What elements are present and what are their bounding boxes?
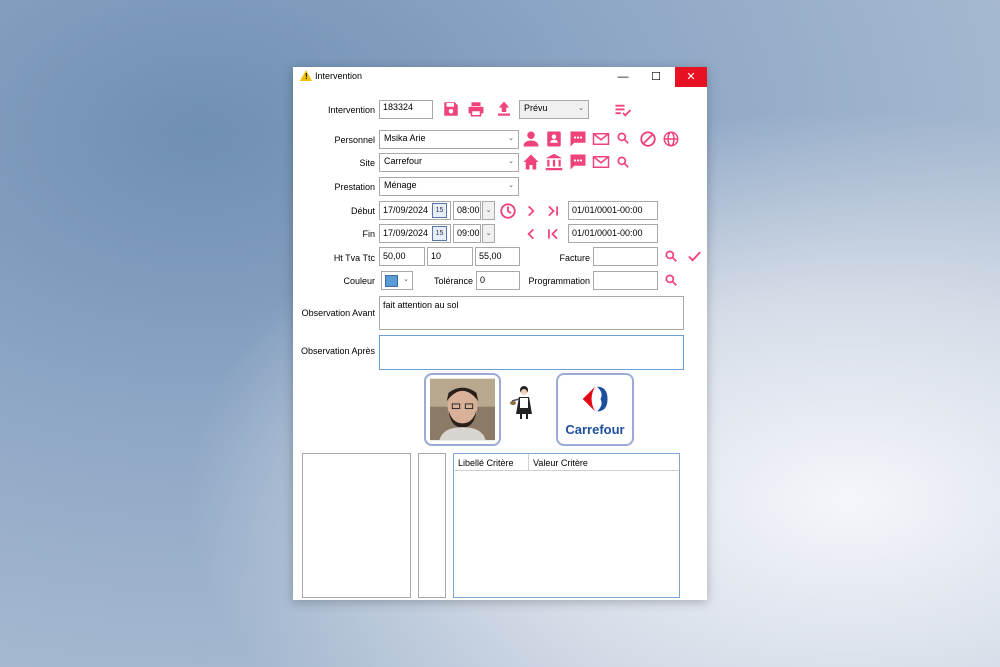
window-title: Intervention: [315, 71, 363, 81]
programmation-label: Programmation: [528, 276, 590, 286]
close-button[interactable]: ✕: [675, 67, 707, 87]
search-icon[interactable]: [664, 273, 678, 287]
fin-time-field[interactable]: 09:00: [453, 224, 481, 243]
block-icon[interactable]: [639, 130, 657, 148]
maximize-button[interactable]: ☐: [640, 67, 672, 87]
warning-mark: !: [305, 72, 308, 81]
debut-range-field[interactable]: 01/01/0001-00:00: [568, 201, 658, 220]
save-icon[interactable]: [442, 100, 460, 118]
prestation-label: Prestation: [334, 182, 375, 192]
message-icon[interactable]: [569, 153, 587, 171]
intervention-label: Intervention: [327, 105, 375, 115]
criteria-grid-header: Libellé Critère Valeur Critère: [454, 454, 679, 471]
obs-apres-label: Observation Après: [300, 346, 375, 356]
personnel-photo[interactable]: [424, 373, 501, 446]
prestation-dropdown[interactable]: Ménage ⌄: [379, 177, 519, 196]
carrefour-logo[interactable]: Carrefour: [556, 373, 634, 446]
checklist-icon[interactable]: [614, 101, 632, 119]
mail-icon[interactable]: [592, 153, 610, 171]
search-icon[interactable]: [664, 249, 678, 263]
column-divider: [528, 454, 529, 471]
fin-date-value: 17/09/2024: [383, 228, 429, 238]
facture-field[interactable]: [593, 247, 658, 266]
site-label: Site: [359, 158, 375, 168]
color-picker[interactable]: ⌄: [381, 271, 413, 290]
chevron-down-icon: ⌄: [578, 105, 584, 112]
calendar-icon[interactable]: 15: [432, 226, 447, 241]
chevron-right-icon[interactable]: [524, 204, 538, 218]
chevron-down-icon: ⌄: [508, 158, 514, 165]
facture-label: Facture: [559, 253, 590, 263]
globe-icon[interactable]: [662, 130, 680, 148]
prestation-value: Ménage: [384, 180, 417, 190]
site-dropdown[interactable]: Carrefour ⌄: [379, 153, 519, 172]
debut-time-field[interactable]: 08:00: [453, 201, 481, 220]
debut-date-value: 17/09/2024: [383, 205, 429, 215]
upload-icon[interactable]: [495, 100, 513, 118]
fin-time-spinner[interactable]: ⌄: [482, 224, 495, 243]
contact-card-icon[interactable]: [545, 130, 563, 148]
intervention-window: ! Intervention — ☐ ✕ Intervention 183324…: [293, 67, 707, 600]
criteria-col-libelle[interactable]: Libellé Critère: [458, 458, 514, 468]
chevron-down-icon: ⌄: [508, 135, 514, 142]
obs-avant-label: Observation Avant: [301, 308, 375, 318]
clock-icon[interactable]: [499, 202, 517, 220]
personnel-value: Msika Arie: [384, 133, 426, 143]
fin-label: Fin: [362, 229, 375, 239]
debut-time-spinner[interactable]: ⌄: [482, 201, 495, 220]
debut-label: Début: [350, 206, 375, 216]
couleur-label: Couleur: [343, 276, 375, 286]
search-icon[interactable]: [616, 131, 630, 145]
bank-icon[interactable]: [545, 153, 563, 171]
cleaning-maid-icon: [510, 384, 538, 420]
message-icon[interactable]: [569, 130, 587, 148]
fin-range-field[interactable]: 01/01/0001-00:00: [568, 224, 658, 243]
mail-icon[interactable]: [592, 130, 610, 148]
criteria-grid[interactable]: Libellé Critère Valeur Critère: [453, 453, 680, 598]
minimize-button[interactable]: —: [607, 67, 639, 87]
checkmark-icon[interactable]: [687, 249, 702, 264]
chevron-left-icon[interactable]: [524, 227, 538, 241]
criteria-col-valeur[interactable]: Valeur Critère: [533, 458, 588, 468]
obs-avant-textarea[interactable]: fait attention au sol: [379, 296, 684, 330]
status-value: Prévu: [524, 103, 548, 113]
httvattc-label: Ht Tva Ttc: [333, 253, 375, 263]
site-value: Carrefour: [384, 156, 423, 166]
person-icon[interactable]: [522, 130, 540, 148]
search-icon[interactable]: [616, 155, 630, 169]
tolerance-field[interactable]: 0: [476, 271, 520, 290]
status-dropdown[interactable]: Prévu ⌄: [519, 100, 589, 119]
calendar-icon[interactable]: 15: [432, 203, 447, 218]
middle-list[interactable]: [418, 453, 446, 598]
color-swatch: [385, 275, 398, 287]
chevron-down-icon: ⌄: [508, 182, 514, 189]
skip-last-icon[interactable]: [546, 204, 560, 218]
tva-field[interactable]: 10: [427, 247, 473, 266]
left-list[interactable]: [302, 453, 411, 598]
carrefour-logo-text: Carrefour: [565, 422, 625, 437]
personnel-label: Personnel: [334, 135, 375, 145]
title-bar[interactable]: ! Intervention — ☐ ✕: [293, 67, 707, 87]
ttc-field[interactable]: 55,00: [475, 247, 520, 266]
home-icon[interactable]: [522, 153, 540, 171]
intervention-number-field[interactable]: 183324: [379, 100, 433, 119]
tolerance-label: Tolérance: [433, 276, 473, 286]
programmation-field[interactable]: [593, 271, 658, 290]
obs-apres-textarea[interactable]: [379, 335, 684, 370]
print-icon[interactable]: [467, 100, 485, 118]
chevron-down-icon: ⌄: [403, 276, 409, 283]
ht-field[interactable]: 50,00: [379, 247, 425, 266]
skip-first-icon[interactable]: [546, 227, 560, 241]
personnel-dropdown[interactable]: Msika Arie ⌄: [379, 130, 519, 149]
